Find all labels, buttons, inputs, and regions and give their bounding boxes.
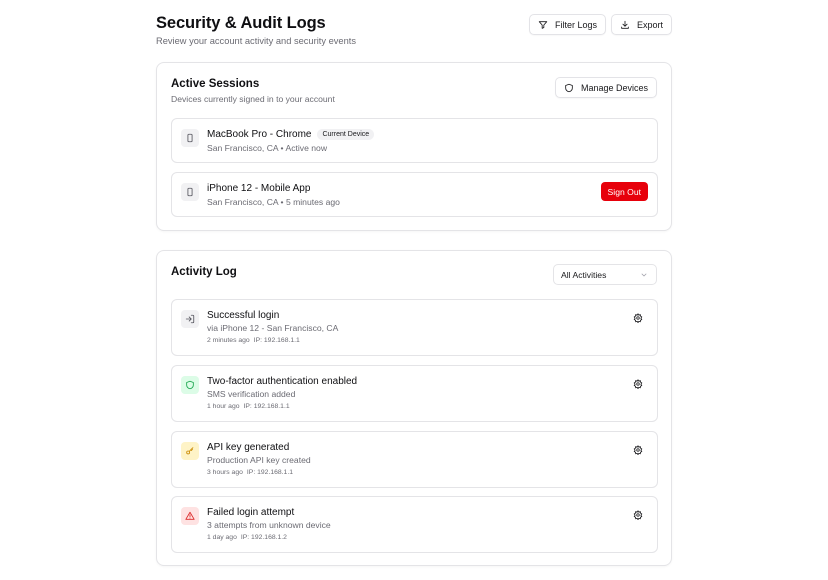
activity-title-text: API key generated: [207, 442, 290, 453]
session-meta: San Francisco, CA • 5 minutes ago: [207, 197, 340, 207]
current-device-badge: Current Device: [317, 129, 375, 140]
activity-description: via iPhone 12 - San Francisco, CA: [207, 323, 339, 333]
activity-ip: IP: 192.168.1.1: [253, 337, 300, 344]
activity-icon-box: [181, 310, 199, 328]
session-name: MacBook Pro - Chrome Current Device: [207, 129, 375, 140]
activity-description: 3 attempts from unknown device: [207, 520, 331, 530]
filter-logs-label: Filter Logs: [554, 19, 597, 30]
device-icon-box: [181, 129, 199, 147]
activity-time: 1 hour ago: [207, 403, 240, 410]
activity-filter-value: All Activities: [561, 269, 607, 280]
filter-logs-button[interactable]: Filter Logs: [528, 14, 606, 35]
key-icon: [186, 447, 194, 455]
activity-meta: 3 hours ago IP: 192.168.1.1: [207, 469, 293, 476]
gear-icon[interactable]: [633, 379, 643, 389]
download-icon: [621, 20, 629, 29]
alert-triangle-icon: [185, 511, 195, 520]
activity-icon-box: [181, 507, 199, 525]
activity-log-item: API key generated Production API key cre…: [171, 431, 658, 488]
activity-icon-box: [181, 442, 199, 460]
activity-ip: IP: 192.168.1.1: [243, 403, 290, 410]
activity-ip: IP: 192.168.1.2: [240, 534, 287, 541]
activity-icon-box: [181, 376, 199, 394]
export-label: Export: [636, 19, 663, 30]
activity-title-text: Failed login attempt: [207, 507, 295, 518]
activity-description: Production API key created: [207, 455, 311, 465]
activity-ip: IP: 192.168.1.1: [246, 469, 294, 476]
activity-time: 2 minutes ago: [207, 337, 250, 344]
header-actions: Filter Logs Export: [528, 14, 672, 35]
activity-meta: 1 hour ago IP: 192.168.1.1: [207, 403, 290, 410]
gear-icon[interactable]: [633, 313, 643, 323]
sessions-title: Active Sessions: [171, 78, 260, 90]
phone-icon: [187, 187, 193, 197]
session-row: MacBook Pro - Chrome Current Device San …: [171, 118, 658, 163]
activity-title-text: Successful login: [207, 310, 280, 321]
activity-log-item: Failed login attempt 3 attempts from unk…: [171, 496, 658, 553]
activity-title-text: Two-factor authentication enabled: [207, 376, 358, 387]
activity-meta: 1 day ago IP: 192.168.1.2: [207, 534, 287, 541]
activity-log-card: Activity Log All Activities Successful l…: [156, 250, 672, 566]
manage-devices-button[interactable]: Manage Devices: [554, 77, 657, 98]
session-name: iPhone 12 - Mobile App: [207, 183, 310, 194]
active-sessions-card: Active Sessions Devices currently signed…: [156, 62, 672, 231]
filter-icon: [538, 20, 548, 29]
activity-meta: 2 minutes ago IP: 192.168.1.1: [207, 337, 300, 344]
page-subtitle: Review your account activity and securit…: [156, 36, 356, 46]
session-device-name: MacBook Pro - Chrome: [207, 129, 312, 140]
chevron-down-icon: [641, 273, 647, 277]
sessions-description: Devices currently signed in to your acco…: [171, 94, 335, 104]
activity-time: 3 hours ago: [207, 469, 243, 476]
activity-log-item: Successful login via iPhone 12 - San Fra…: [171, 299, 658, 356]
page-header: Security & Audit Logs Review your accoun…: [156, 13, 672, 53]
activity-log-item: Two-factor authentication enabled SMS ve…: [171, 365, 658, 422]
sign-out-button[interactable]: Sign Out: [600, 182, 648, 201]
activity-time: 1 day ago: [207, 534, 237, 541]
shield-icon: [186, 380, 194, 390]
session-meta: San Francisco, CA • Active now: [207, 143, 328, 153]
login-icon: [185, 314, 195, 324]
gear-icon[interactable]: [633, 445, 643, 455]
session-device-name: iPhone 12 - Mobile App: [207, 183, 311, 194]
laptop-icon: [187, 133, 193, 143]
activity-title: Activity Log: [171, 266, 237, 278]
session-row: iPhone 12 - Mobile App San Francisco, CA…: [171, 172, 658, 217]
device-icon-box: [181, 183, 199, 201]
manage-devices-label: Manage Devices: [580, 82, 648, 93]
gear-icon[interactable]: [633, 510, 643, 520]
activity-filter-select[interactable]: All Activities: [553, 264, 657, 285]
export-button[interactable]: Export: [610, 14, 672, 35]
shield-icon: [565, 83, 573, 92]
activity-description: SMS verification added: [207, 389, 296, 399]
